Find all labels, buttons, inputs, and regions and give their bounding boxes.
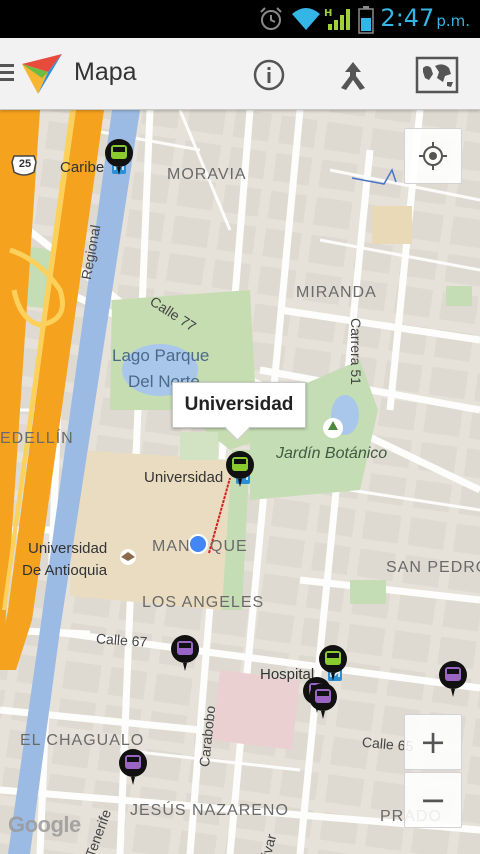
app-logo-icon[interactable] bbox=[18, 50, 66, 98]
station-label-caribe[interactable]: Caribe bbox=[60, 159, 104, 176]
alarm-icon bbox=[260, 7, 282, 30]
bus-marker[interactable] bbox=[118, 748, 148, 786]
station-label-universidad[interactable]: Universidad bbox=[144, 469, 223, 486]
area-label-los-angeles: LOS ANGELES bbox=[142, 594, 265, 611]
status-bar: H 2:47 p.m. bbox=[0, 0, 480, 38]
signal-h-icon: H bbox=[324, 8, 350, 30]
crosshair-icon bbox=[419, 142, 447, 170]
svg-text:H: H bbox=[324, 8, 332, 19]
zoom-in-label: + bbox=[419, 723, 447, 761]
user-location-dot bbox=[188, 534, 208, 554]
zoom-out-label: − bbox=[419, 781, 447, 819]
park-label-jardin-botanico: Jardín Botánico bbox=[276, 445, 388, 462]
area-label-que: QUE bbox=[210, 538, 248, 555]
area-label-moravia: MORAVIA bbox=[167, 166, 247, 183]
area-label-man: MAN bbox=[152, 538, 191, 555]
station-callout[interactable]: Universidad bbox=[172, 382, 306, 428]
info-icon bbox=[253, 59, 285, 91]
map-view[interactable]: MORAVIA MIRANDA SAN PEDRO LOS ANGELES EL… bbox=[0, 110, 480, 854]
callout-title: Universidad bbox=[184, 394, 294, 415]
bus-marker[interactable] bbox=[438, 660, 468, 698]
wifi-icon bbox=[292, 8, 320, 30]
area-label-san-pedro: SAN PEDRO bbox=[386, 559, 480, 576]
nav-drawer-icon[interactable] bbox=[0, 64, 14, 85]
google-attribution: Google bbox=[8, 812, 81, 837]
my-location-button[interactable] bbox=[404, 128, 462, 184]
battery-icon bbox=[358, 6, 374, 34]
map-layers-button[interactable] bbox=[414, 52, 460, 98]
area-label-jesus-nazareno: JESÚS NAZARENO bbox=[130, 802, 289, 819]
app-title: Mapa bbox=[74, 58, 137, 86]
screen: H 2:47 p.m. Mapa MORAVIA MIRANDA SAN PED… bbox=[0, 0, 480, 854]
park-label-lago-1: Lago Parque bbox=[112, 346, 210, 365]
bus-marker[interactable] bbox=[308, 682, 338, 720]
status-time: 2:47 p.m. bbox=[380, 4, 470, 32]
directions-fork-icon bbox=[341, 62, 365, 90]
map-layers-icon bbox=[415, 56, 459, 94]
place-label-udea-2: De Antioquia bbox=[22, 562, 108, 579]
bus-marker[interactable] bbox=[170, 634, 200, 672]
ampm-text: p.m. bbox=[436, 12, 470, 30]
route-badge-text: 25 bbox=[18, 158, 32, 170]
action-bar: Mapa bbox=[0, 38, 480, 110]
area-label-medellin: EDELLÍN bbox=[0, 430, 74, 447]
time-text: 2:47 bbox=[380, 4, 435, 32]
street-label-carrera-51: Carrera 51 bbox=[348, 318, 364, 385]
metro-marker-universidad[interactable] bbox=[225, 450, 255, 488]
place-label-udea-1: Universidad bbox=[28, 540, 108, 557]
metro-marker-caribe[interactable] bbox=[104, 138, 134, 176]
area-label-miranda: MIRANDA bbox=[296, 284, 377, 301]
info-button[interactable] bbox=[246, 52, 292, 98]
zoom-in-button[interactable]: + bbox=[404, 714, 462, 770]
directions-button[interactable] bbox=[330, 52, 376, 98]
zoom-out-button[interactable]: − bbox=[404, 772, 462, 828]
